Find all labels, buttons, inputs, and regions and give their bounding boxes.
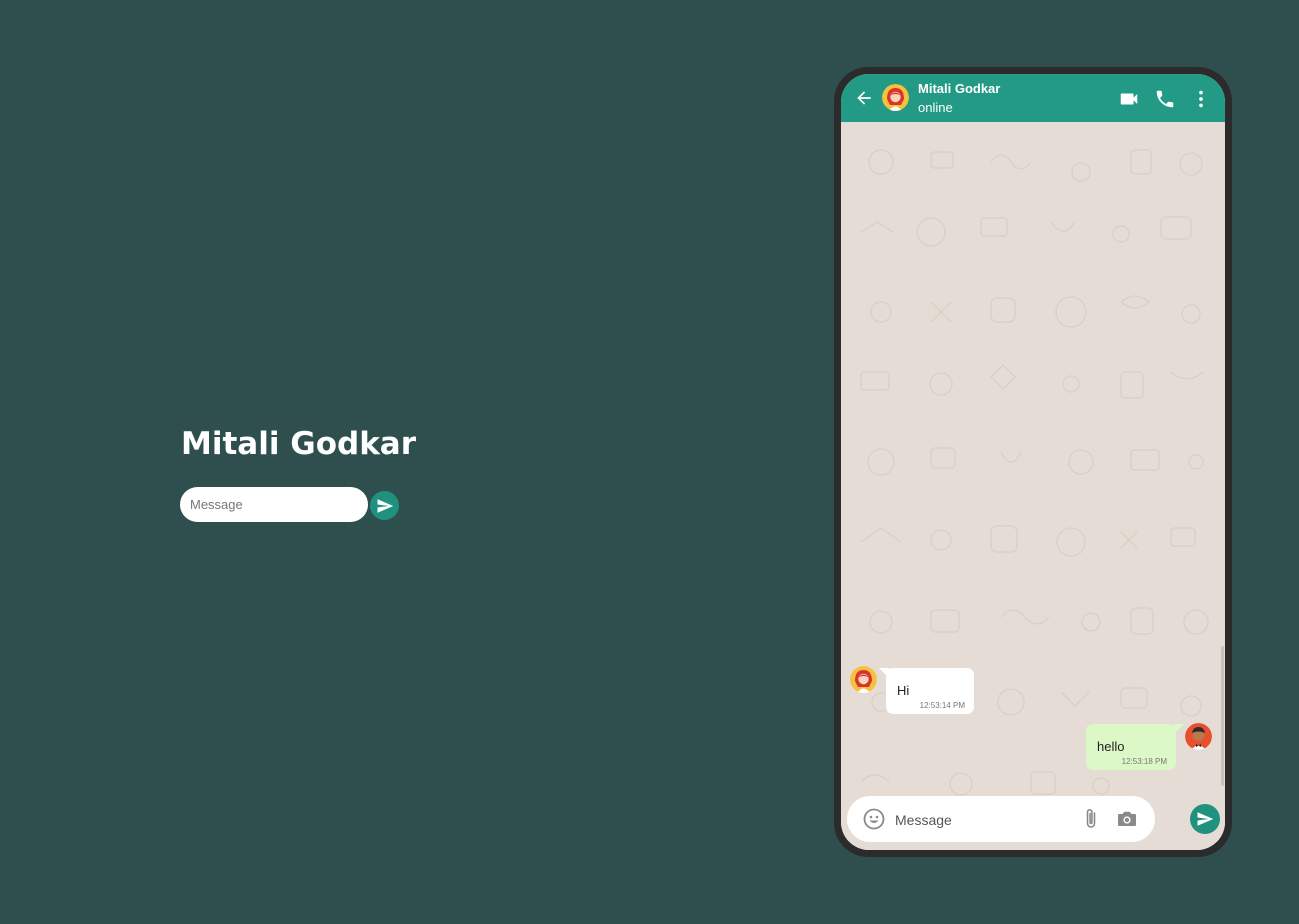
incoming-avatar — [850, 666, 877, 693]
outgoing-avatar — [1185, 723, 1212, 750]
emoji-icon[interactable] — [862, 807, 886, 831]
contact-avatar[interactable] — [882, 84, 909, 111]
phone-icon[interactable] — [1154, 88, 1176, 110]
message-time: 12:53:18 PM — [1121, 757, 1167, 766]
message-composer — [847, 796, 1155, 842]
contact-name: Mitali Godkar — [918, 81, 1001, 96]
camera-icon[interactable] — [1115, 807, 1139, 831]
send-icon — [1197, 812, 1214, 826]
message-text: hello — [1097, 739, 1125, 754]
outgoing-message-bubble[interactable]: hello 12:53:18 PM — [1086, 724, 1176, 770]
chat-header: Mitali Godkar online — [841, 74, 1225, 122]
left-send-button[interactable] — [370, 491, 399, 520]
message-text: Hi — [897, 683, 910, 698]
contact-status: online — [918, 100, 953, 115]
send-icon — [377, 498, 393, 513]
phone-frame: Mitali Godkar online Hi 12:53:14 PM hell… — [834, 67, 1232, 857]
chat-scrollbar[interactable] — [1221, 646, 1224, 786]
phone-screen: Mitali Godkar online Hi 12:53:14 PM hell… — [841, 74, 1225, 850]
arrow-left-icon[interactable] — [854, 88, 874, 108]
page: Mitali Godkar Message Mitali Godkar onli… — [0, 0, 1299, 924]
video-camera-icon[interactable] — [1118, 88, 1140, 110]
sender-title: Mitali Godkar — [181, 426, 417, 462]
message-input[interactable] — [893, 807, 1077, 833]
left-message-input[interactable] — [180, 487, 368, 522]
more-vertical-icon[interactable] — [1190, 88, 1212, 110]
incoming-message-bubble[interactable]: Hi 12:53:14 PM — [886, 668, 974, 714]
paperclip-icon[interactable] — [1079, 807, 1103, 831]
send-button[interactable] — [1190, 804, 1220, 834]
message-time: 12:53:14 PM — [919, 701, 965, 710]
